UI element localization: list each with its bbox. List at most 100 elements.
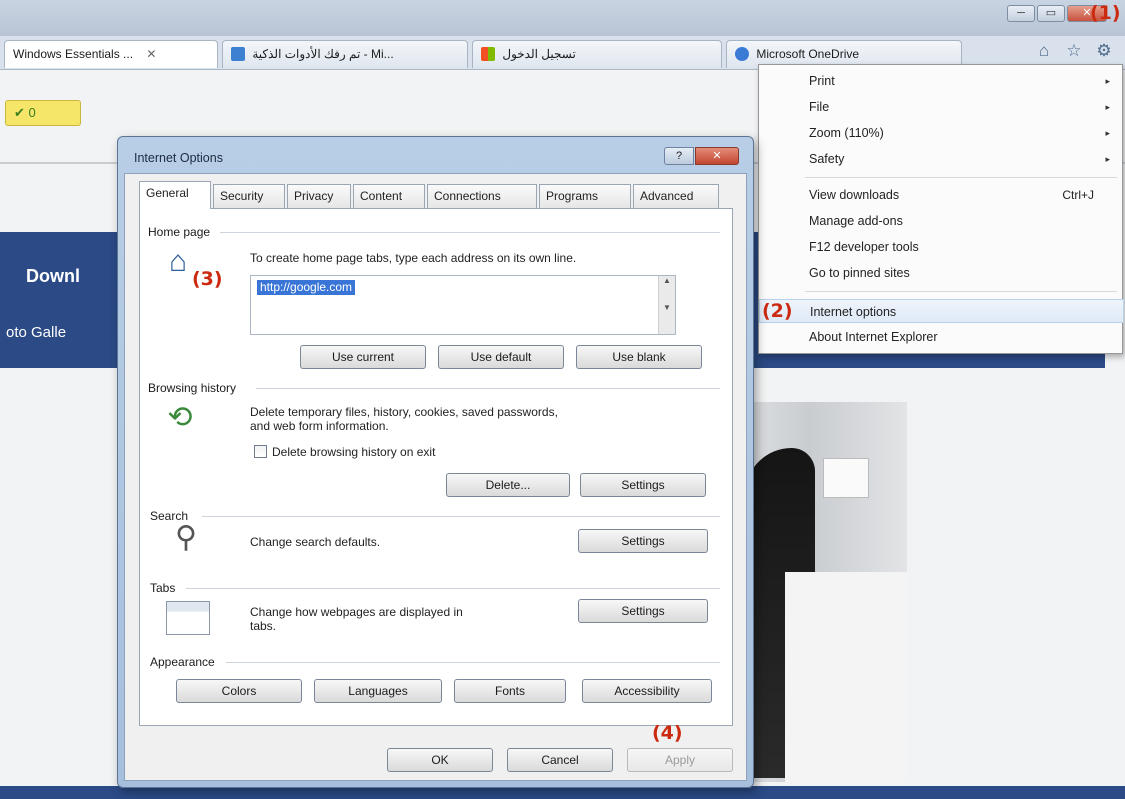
menu-item-zoom[interactable]: Zoom (110%) ▸ — [759, 121, 1124, 145]
callout-1: (1) — [1090, 2, 1121, 24]
browser-title-bar: ─ ▭ ✕ — [0, 0, 1125, 36]
tools-menu: Print ▸ File ▸ Zoom (110%) ▸ Safety ▸ Vi… — [758, 64, 1124, 354]
menu-item-print[interactable]: Print ▸ — [759, 69, 1124, 93]
accessibility-button[interactable]: Accessibility — [582, 679, 712, 703]
minimize-button[interactable]: ─ — [1007, 5, 1035, 22]
star-icon[interactable]: ☆ — [1063, 40, 1085, 62]
delete-history-on-exit-label[interactable]: Delete browsing history on exit — [272, 445, 435, 459]
ok-button[interactable]: OK — [387, 748, 493, 772]
banner-subtitle[interactable]: oto Galle — [6, 324, 66, 341]
tab-general[interactable]: General — [139, 181, 211, 209]
photo-background-window — [823, 458, 869, 498]
tab-label: تسجيل الدخول — [502, 47, 576, 61]
dialog-title: Internet Options — [134, 151, 223, 165]
cancel-button[interactable]: Cancel — [507, 748, 613, 772]
callout-2: (2) — [762, 300, 793, 322]
search-icon: ⚲ — [175, 521, 197, 554]
tab-content[interactable]: Content — [353, 184, 425, 208]
banner-title[interactable]: Downl — [26, 266, 80, 287]
tab-programs[interactable]: Programs — [539, 184, 631, 208]
delete-history-button[interactable]: Delete... — [446, 473, 570, 497]
menu-item-label: File — [809, 100, 830, 114]
apply-button[interactable]: Apply — [627, 748, 733, 772]
tab-label: تم رفك الأدوات الذكية - Mi... — [252, 47, 394, 61]
group-divider — [220, 232, 720, 233]
menu-item-view-downloads[interactable]: View downloads Ctrl+J — [759, 183, 1124, 207]
use-current-button[interactable]: Use current — [300, 345, 426, 369]
help-button[interactable]: ? — [664, 147, 694, 165]
colors-button[interactable]: Colors — [176, 679, 302, 703]
menu-item-label: View downloads — [809, 188, 900, 202]
home-page-address-field[interactable]: http://google.com ▲ ▼ — [250, 275, 676, 335]
menu-item-file[interactable]: File ▸ — [759, 95, 1124, 119]
gear-icon[interactable]: ⚙ — [1093, 40, 1115, 62]
menu-item-about-ie[interactable]: About Internet Explorer — [759, 325, 1124, 349]
search-description: Change search defaults. — [250, 535, 381, 549]
browser-tab-login[interactable]: تسجيل الدخول — [472, 40, 722, 68]
internet-options-dialog: Internet Options ? ✕ General Security Pr… — [117, 136, 754, 788]
browser-tab-arabic-tools[interactable]: تم رفك الأدوات الذكية - Mi... — [222, 40, 468, 68]
microsoft-logo-icon — [481, 47, 495, 61]
tabs-description-line2: tabs. — [250, 619, 277, 633]
tab-security[interactable]: Security — [213, 184, 285, 208]
home-page-instruction: To create home page tabs, type each addr… — [250, 251, 577, 265]
tabs-settings-button[interactable]: Settings — [578, 599, 708, 623]
textarea-scrollbar[interactable]: ▲ ▼ — [658, 276, 675, 334]
shortcut-label: Ctrl+J — [1062, 188, 1094, 202]
menu-item-label: Print — [809, 74, 835, 88]
menu-item-safety[interactable]: Safety ▸ — [759, 147, 1124, 171]
close-tab-icon[interactable]: ✕ — [146, 47, 156, 61]
delete-history-on-exit-checkbox[interactable] — [254, 445, 267, 458]
browser-tab-windows-essentials[interactable]: Windows Essentials ... ✕ — [4, 40, 218, 68]
tabs-description-line1: Change how webpages are displayed in — [250, 605, 463, 619]
tab-label: Windows Essentials ... — [13, 47, 134, 61]
close-dialog-button[interactable]: ✕ — [695, 147, 739, 165]
group-divider — [226, 662, 720, 663]
menu-item-label: F12 developer tools — [809, 240, 919, 254]
tab-privacy[interactable]: Privacy — [287, 184, 351, 208]
group-divider — [202, 516, 720, 517]
status-badge[interactable]: ✔ 0 — [5, 100, 81, 126]
ie-favicon-icon — [735, 47, 749, 61]
group-divider — [186, 588, 720, 589]
menu-item-label: About Internet Explorer — [809, 330, 938, 344]
maximize-button[interactable]: ▭ — [1037, 5, 1065, 22]
tabs-group-label: Tabs — [150, 581, 176, 595]
home-page-url-selected[interactable]: http://google.com — [257, 280, 356, 295]
history-settings-button[interactable]: Settings — [580, 473, 706, 497]
menu-item-label: Internet options — [810, 305, 897, 319]
languages-button[interactable]: Languages — [314, 679, 442, 703]
menu-item-developer-tools[interactable]: F12 developer tools — [759, 235, 1124, 259]
submenu-arrow-icon: ▸ — [1105, 154, 1110, 164]
photo-shirt — [785, 572, 907, 782]
appearance-group-label: Appearance — [150, 655, 215, 669]
tab-advanced[interactable]: Advanced — [633, 184, 719, 208]
menu-item-internet-options[interactable]: Internet options — [759, 299, 1124, 323]
use-blank-button[interactable]: Use blank — [576, 345, 702, 369]
tab-connections[interactable]: Connections — [427, 184, 537, 208]
menu-separator — [805, 291, 1117, 292]
search-settings-button[interactable]: Settings — [578, 529, 708, 553]
submenu-arrow-icon: ▸ — [1105, 76, 1110, 86]
fonts-button[interactable]: Fonts — [454, 679, 566, 703]
use-default-button[interactable]: Use default — [438, 345, 564, 369]
general-tab-panel: Home page ⌂ To create home page tabs, ty… — [139, 208, 733, 726]
browsing-history-group-label: Browsing history — [148, 381, 237, 395]
home-icon[interactable]: ⌂ — [1033, 40, 1055, 62]
menu-item-label: Go to pinned sites — [809, 266, 910, 280]
submenu-arrow-icon: ▸ — [1105, 128, 1110, 138]
ie-favicon-icon — [231, 47, 245, 61]
tabs-icon — [166, 601, 210, 635]
browsing-history-description-line2: and web form information. — [250, 419, 389, 433]
menu-item-pinned-sites[interactable]: Go to pinned sites — [759, 261, 1124, 285]
tab-label: Microsoft OneDrive — [756, 47, 860, 61]
callout-3: (3) — [192, 268, 223, 290]
menu-item-label: Safety — [809, 152, 845, 166]
menu-separator — [805, 177, 1117, 178]
home-page-group-label: Home page — [148, 225, 211, 239]
dialog-body: General Security Privacy Content Connect… — [124, 173, 747, 781]
callout-4: (4) — [652, 722, 683, 744]
menu-item-manage-addons[interactable]: Manage add-ons — [759, 209, 1124, 233]
group-divider — [256, 388, 720, 389]
page-photo — [745, 402, 907, 782]
